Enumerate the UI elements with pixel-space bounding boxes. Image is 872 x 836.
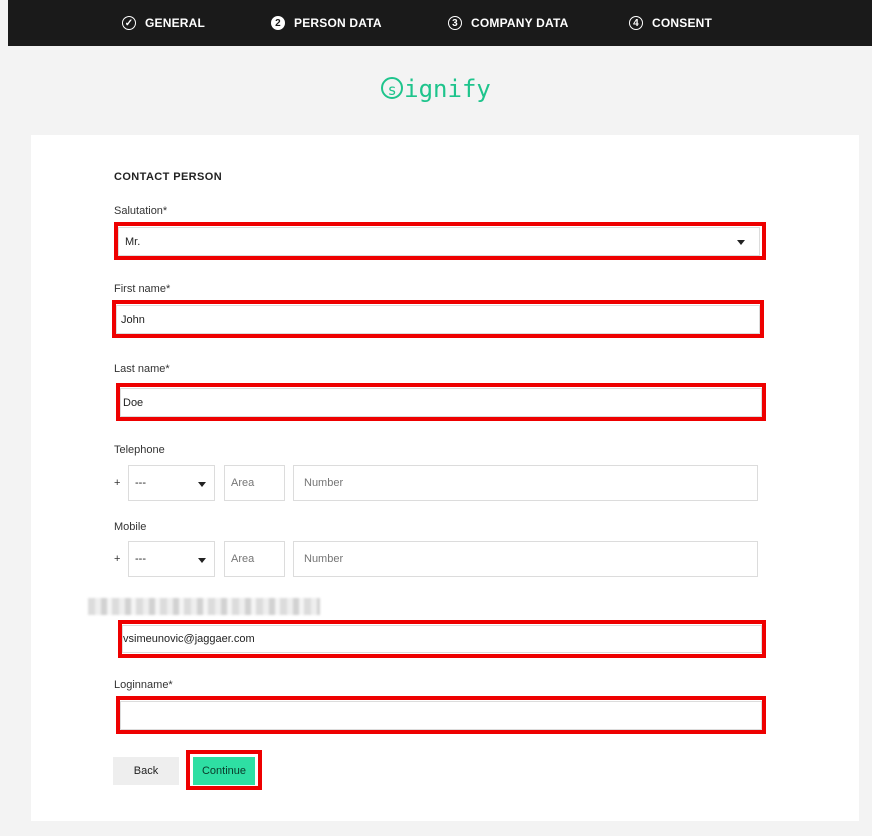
highlight-box [116,696,766,734]
logo-text: ignify [404,75,491,103]
step-company-data[interactable]: 3 COMPANY DATA [448,0,569,46]
step-consent[interactable]: 4 CONSENT [629,0,712,46]
step-label: CONSENT [652,16,713,30]
progress-stepper: ✓ GENERAL 2 PERSON DATA 3 COMPANY DATA 4… [8,0,872,46]
highlight-box [116,383,766,421]
salutation-label: Salutation* [114,205,168,217]
telephone-country-value: --- [135,477,146,489]
check-circle-icon: ✓ [122,16,136,30]
telephone-label: Telephone [114,444,165,456]
step-number-icon: 3 [448,16,462,30]
chevron-down-icon [198,482,206,487]
telephone-number-input[interactable] [293,465,758,501]
highlight-box [114,222,766,260]
telephone-country-select[interactable]: --- [128,465,215,501]
logo-mark: s [381,77,404,99]
telephone-plus: + [114,477,121,489]
step-label: GENERAL [145,16,206,30]
last-name-label: Last name* [114,363,170,375]
mobile-label: Mobile [114,521,147,533]
first-name-label: First name* [114,283,171,295]
step-number-icon: 2 [271,16,285,30]
mobile-number-input[interactable] [293,541,758,577]
step-person-data[interactable]: 2 PERSON DATA [271,0,382,46]
mobile-country-select[interactable]: --- [128,541,215,577]
step-general[interactable]: ✓ GENERAL [122,0,205,46]
mobile-plus: + [114,553,121,565]
highlight-box [186,750,262,790]
highlight-box [112,300,764,338]
loginname-label: Loginname* [114,679,173,691]
chevron-down-icon [198,558,206,563]
mobile-country-value: --- [135,553,146,565]
step-label: PERSON DATA [294,16,382,30]
section-title: CONTACT PERSON [114,171,223,183]
step-number-icon: 4 [629,16,643,30]
mobile-area-input[interactable] [224,541,285,577]
highlight-box [118,620,766,658]
redacted-label [88,598,320,615]
step-label: COMPANY DATA [471,16,569,30]
back-button[interactable]: Back [113,757,179,785]
telephone-area-input[interactable] [224,465,285,501]
signify-logo: s ignify [0,75,872,103]
